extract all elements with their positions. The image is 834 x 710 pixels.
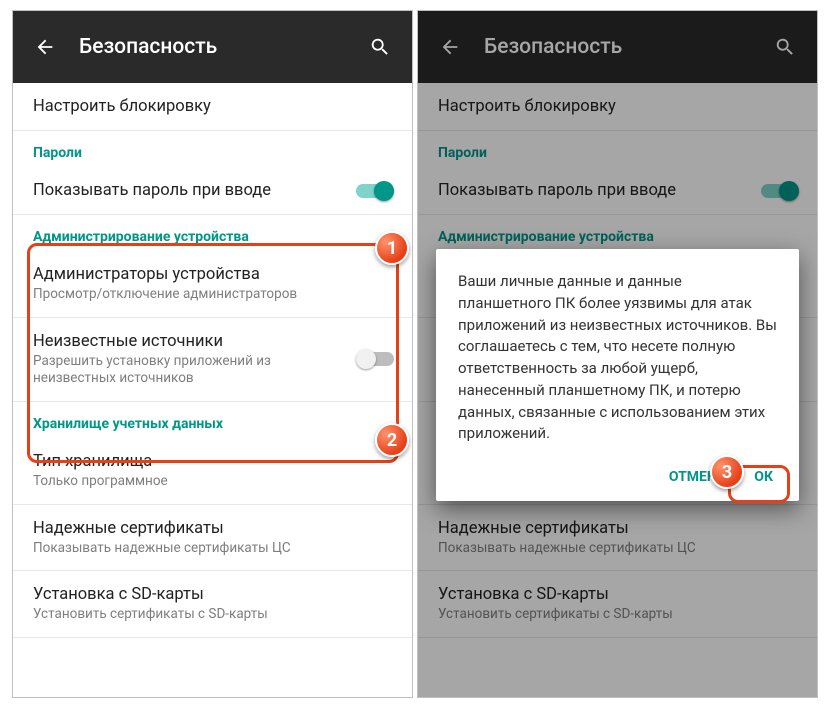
row-install-sd: Установка с SD-карты Установить сертифик… bbox=[418, 571, 817, 638]
row-trusted-certs[interactable]: Надежные сертификаты Показывать надежные… bbox=[13, 505, 412, 572]
back-icon[interactable] bbox=[31, 36, 59, 58]
section-device-admin: Администрирование устройства bbox=[13, 215, 412, 251]
row-show-password: Показывать пароль при вводе bbox=[418, 167, 817, 215]
toolbar: Безопасность bbox=[418, 11, 817, 83]
search-icon bbox=[771, 36, 799, 58]
row-device-admins[interactable]: Администраторы устройства Просмотр/отклю… bbox=[13, 251, 412, 318]
toggle-unknown-sources[interactable] bbox=[356, 349, 394, 369]
toggle-show-password bbox=[761, 181, 799, 201]
page-title: Безопасность bbox=[484, 35, 771, 59]
back-icon bbox=[436, 36, 464, 58]
toolbar: Безопасность bbox=[13, 11, 412, 83]
callout-badge-3: 3 bbox=[710, 455, 744, 489]
page-title: Безопасность bbox=[79, 35, 366, 59]
row-install-sd[interactable]: Установка с SD-карты Установить сертифик… bbox=[13, 571, 412, 638]
row-configure-lock[interactable]: Настроить блокировку bbox=[13, 83, 412, 131]
section-cred-storage: Хранилище учетных данных bbox=[13, 402, 412, 438]
row-storage-type[interactable]: Тип хранилища Только программное bbox=[13, 438, 412, 505]
confirm-dialog: Ваши личные данные и данные планшетного … bbox=[436, 249, 799, 501]
callout-badge-1: 1 bbox=[375, 231, 409, 265]
row-configure-lock: Настроить блокировку bbox=[418, 83, 817, 131]
section-passwords: Пароли bbox=[13, 131, 412, 167]
row-show-password[interactable]: Показывать пароль при вводе bbox=[13, 167, 412, 215]
row-trusted-certs: Надежные сертификаты Показывать надежные… bbox=[418, 505, 817, 572]
row-unknown-sources[interactable]: Неизвестные источники Разрешить установк… bbox=[13, 318, 412, 402]
right-screen: Безопасность Настроить блокировку Пароли… bbox=[417, 10, 818, 698]
left-screen: Безопасность Настроить блокировку Пароли… bbox=[12, 10, 413, 698]
callout-badge-2: 2 bbox=[375, 423, 409, 457]
dialog-message: Ваши личные данные и данные планшетного … bbox=[458, 271, 777, 445]
search-icon[interactable] bbox=[366, 36, 394, 58]
section-device-admin: Администрирование устройства bbox=[418, 215, 817, 251]
toggle-show-password[interactable] bbox=[356, 181, 394, 201]
ok-button[interactable]: ОК bbox=[754, 469, 773, 485]
settings-list[interactable]: Настроить блокировку Пароли Показывать п… bbox=[13, 83, 412, 638]
section-passwords: Пароли bbox=[418, 131, 817, 167]
